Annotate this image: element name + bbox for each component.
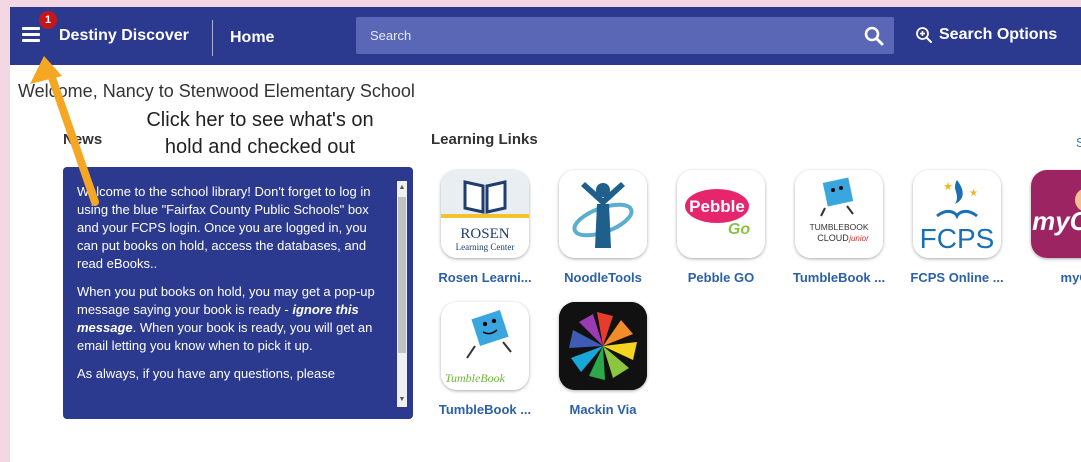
- pebble-go-text: Go: [728, 221, 750, 238]
- pebble-logo-text: Pebble: [689, 197, 745, 216]
- app-brand[interactable]: Destiny Discover: [59, 27, 189, 45]
- junior-logo-text: junior: [848, 234, 869, 243]
- search-options-button[interactable]: Search Options: [915, 26, 1057, 44]
- learning-link-label[interactable]: NoodleTools: [548, 270, 658, 285]
- myon-icon: myO: [1031, 170, 1081, 258]
- tumblebook-library-logo-text: TumbleBook: [445, 371, 506, 385]
- tumblebook-cloud-junior-icon: TUMBLEBOOK CLOUD junior: [795, 170, 883, 258]
- news-panel: Welcome to the school library! Don't for…: [63, 167, 413, 419]
- search-bar: [356, 17, 894, 54]
- rosen-logo-subtext: Learning Center: [456, 242, 515, 252]
- home-link[interactable]: Home: [230, 29, 274, 47]
- learning-link-noodletools[interactable]: NoodleTools: [548, 170, 658, 285]
- news-content: Welcome to the school library! Don't for…: [77, 183, 377, 393]
- news-paragraph-3: As always, if you have any questions, pl…: [77, 366, 335, 381]
- learning-links-heading: Learning Links: [431, 131, 538, 148]
- news-paragraph-2: When you put books on hold, you may get …: [77, 283, 377, 355]
- search-options-label: Search Options: [939, 26, 1058, 43]
- mackin-via-icon: [559, 302, 647, 390]
- learning-link-label[interactable]: Mackin Via: [548, 402, 658, 417]
- rosen-logo-text: ROSEN: [460, 226, 509, 242]
- svg-text:★: ★: [943, 181, 953, 193]
- header-divider: [212, 20, 213, 56]
- learning-link-myon[interactable]: myO myO: [1020, 170, 1081, 285]
- tutorial-annotation: Click her to see what's on hold and chec…: [105, 107, 415, 161]
- news-heading: News: [63, 131, 103, 148]
- search-input[interactable]: [356, 17, 846, 54]
- learning-link-rosen[interactable]: ROSEN Learning Center Rosen Learni...: [430, 170, 540, 285]
- scroll-up-arrow-icon[interactable]: ▲: [397, 181, 407, 195]
- learning-link-label[interactable]: Rosen Learni...: [430, 270, 540, 285]
- learning-link-fcps-online[interactable]: ★ ★ FCPS FCPS Online ...: [902, 170, 1012, 285]
- learning-link-label[interactable]: Pebble GO: [666, 270, 776, 285]
- learning-link-pebble-go[interactable]: Pebble Go Pebble GO: [666, 170, 776, 285]
- learning-link-tumblebook-library[interactable]: TumbleBook TumbleBook ...: [430, 302, 540, 417]
- scroll-down-arrow-icon[interactable]: ▼: [397, 393, 407, 407]
- top-navigation-bar: 1 Destiny Discover Home Search Options: [10, 7, 1081, 65]
- tumblebook-library-icon: TumbleBook: [441, 302, 529, 390]
- learning-link-label[interactable]: FCPS Online ...: [902, 270, 1012, 285]
- annotation-line-1: Click her to see what's on: [146, 109, 374, 131]
- fcps-logo-text: FCPS: [920, 223, 995, 254]
- learning-link-tumblebook-cloud[interactable]: TUMBLEBOOK CLOUD junior TumbleBook ...: [784, 170, 894, 285]
- svg-text:★: ★: [969, 188, 978, 199]
- learning-link-label[interactable]: myO: [1020, 270, 1081, 285]
- rosen-learning-center-icon: ROSEN Learning Center: [441, 170, 529, 258]
- learning-link-label[interactable]: TumbleBook ...: [430, 402, 540, 417]
- news-paragraph-1: Welcome to the school library! Don't for…: [77, 184, 371, 271]
- noodletools-icon: [559, 170, 647, 258]
- cloud-logo-text: CLOUD: [817, 233, 849, 243]
- pebble-go-icon: Pebble Go: [677, 170, 765, 258]
- news-scrollbar[interactable]: ▲ ▼: [397, 181, 407, 407]
- hamburger-menu-icon[interactable]: [22, 27, 40, 43]
- scroll-thumb[interactable]: [398, 197, 406, 353]
- zoom-plus-icon: [916, 27, 932, 43]
- welcome-message: Welcome, Nancy to Stenwood Elementary Sc…: [18, 81, 415, 101]
- app-frame: 1 Destiny Discover Home Search Options W…: [10, 7, 1081, 462]
- search-icon[interactable]: [864, 26, 884, 46]
- learning-link-mackin-via[interactable]: Mackin Via: [548, 302, 658, 417]
- myon-logo-text: myO: [1032, 206, 1081, 236]
- annotation-line-2: hold and checked out: [164, 136, 356, 158]
- fcps-online-icon: ★ ★ FCPS: [913, 170, 1001, 258]
- tumblebook-logo-text: TUMBLEBOOK: [809, 222, 868, 232]
- see-all-link[interactable]: S: [1076, 135, 1081, 150]
- learning-link-label[interactable]: TumbleBook ...: [784, 270, 894, 285]
- notification-badge: 1: [39, 11, 57, 29]
